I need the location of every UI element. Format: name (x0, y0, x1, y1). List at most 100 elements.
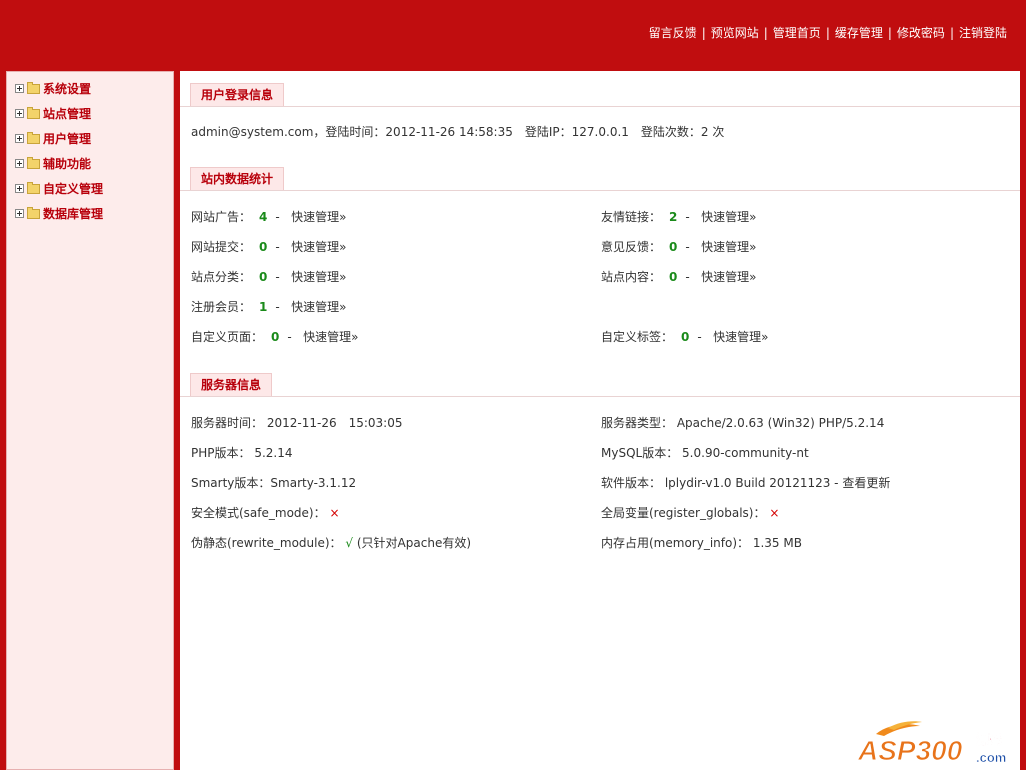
quick-manage-link[interactable]: 快速管理» (291, 270, 346, 284)
stat-label: 网站广告： (191, 210, 252, 224)
nav-separator: | (949, 26, 954, 40)
stat-row-custom-pages: 自定义页面： 0- 快速管理» (191, 330, 359, 344)
expand-icon[interactable] (15, 84, 24, 93)
stat-value: 2 (669, 210, 678, 224)
sidebar-item-custom-manage[interactable]: 自定义管理 (7, 176, 173, 201)
quick-manage-link[interactable]: 快速管理» (701, 210, 756, 224)
tab-server-info: 服务器信息 (190, 373, 273, 396)
stat-row-ads: 网站广告： 4- 快速管理» (191, 210, 347, 224)
server-label: 安全模式(safe_mode)： (191, 506, 326, 520)
login-info-text: admin@system.com，登陆时间：2012-11-26 14:58:3… (191, 125, 701, 139)
stat-row-submissions: 网站提交： 0- 快速管理» (191, 240, 347, 254)
expand-icon[interactable] (15, 159, 24, 168)
sidebar-item-label: 辅助功能 (43, 157, 92, 171)
software-version-row: 软件版本： lplydir-v1.0 Build 20121123 - 查看更新 (601, 474, 890, 491)
sidebar-item-database-manage[interactable]: 数据库管理 (7, 201, 173, 226)
smarty-version-row: Smarty版本：Smarty-3.1.12 (191, 474, 356, 491)
sidebar-item-system-settings[interactable]: 系统设置 (7, 76, 173, 101)
expand-icon[interactable] (15, 209, 24, 218)
folder-icon (27, 182, 40, 194)
stat-value: 4 (259, 210, 268, 224)
stat-value: 1 (259, 300, 268, 314)
asp300-logo: ASP300 源码 .com (858, 721, 1007, 766)
expand-icon[interactable] (15, 109, 24, 118)
nav-separator: | (701, 26, 706, 40)
quick-manage-link[interactable]: 快速管理» (291, 240, 346, 254)
stat-row-content: 站点内容： 0- 快速管理» (601, 270, 757, 284)
login-count: 2 (700, 125, 709, 139)
nav-separator: | (763, 26, 768, 40)
sidebar-item-label: 自定义管理 (43, 182, 104, 196)
sidebar-item-site-manage[interactable]: 站点管理 (7, 101, 173, 126)
rewrite-module-row: 伪静态(rewrite_module)： √ (只针对Apache有效) (191, 534, 471, 551)
server-value: Apache/2.0.63 (Win32) PHP/5.2.14 (676, 416, 885, 430)
sidebar-item-label: 用户管理 (43, 132, 92, 146)
server-info-header: 服务器信息 (180, 367, 1020, 397)
check-icon: √ (345, 536, 354, 550)
stat-value: 0 (259, 240, 268, 254)
server-label: 服务器类型： (601, 416, 674, 430)
safe-mode-row: 安全模式(safe_mode)： × (191, 504, 340, 521)
stat-label: 自定义标签： (601, 330, 674, 344)
check-update-link[interactable]: 查看更新 (842, 476, 890, 490)
nav-cache-manage[interactable]: 缓存管理 (835, 26, 883, 40)
mysql-version-row: MySQL版本： 5.0.90-community-nt (601, 444, 809, 461)
stat-value: 0 (681, 330, 690, 344)
sidebar-item-label: 数据库管理 (43, 207, 104, 221)
php-version-row: PHP版本： 5.2.14 (191, 444, 293, 461)
stat-label: 自定义页面： (191, 330, 264, 344)
register-globals-row: 全局变量(register_globals)： × (601, 504, 779, 521)
quick-manage-link[interactable]: 快速管理» (713, 330, 768, 344)
quick-manage-link[interactable]: 快速管理» (303, 330, 358, 344)
server-type-row: 服务器类型： Apache/2.0.63 (Win32) PHP/5.2.14 (601, 414, 884, 431)
server-label: Smarty版本： (191, 476, 271, 490)
folder-icon (27, 107, 40, 119)
stat-label: 网站提交： (191, 240, 252, 254)
quick-manage-link[interactable]: 快速管理» (291, 210, 346, 224)
cross-icon: × (329, 506, 340, 520)
stat-label: 友情链接： (601, 210, 662, 224)
stat-row-feedback: 意见反馈： 0- 快速管理» (601, 240, 757, 254)
server-label: MySQL版本： (601, 446, 679, 460)
stat-label: 站点分类： (191, 270, 252, 284)
server-label: PHP版本： (191, 446, 251, 460)
server-value: lplydir-v1.0 Build 20121123 - (664, 476, 843, 490)
nav-separator: | (887, 26, 892, 40)
sidebar-item-user-manage[interactable]: 用户管理 (7, 126, 173, 151)
server-note: (只针对Apache有效) (356, 536, 472, 550)
login-info-line: admin@system.com，登陆时间：2012-11-26 14:58:3… (191, 123, 724, 140)
stat-label: 站点内容： (601, 270, 662, 284)
folder-icon (27, 157, 40, 169)
nav-preview-site[interactable]: 预览网站 (711, 26, 759, 40)
server-value: Smarty-3.1.12 (270, 476, 357, 490)
expand-icon[interactable] (15, 134, 24, 143)
stats-header: 站内数据统计 (180, 161, 1020, 191)
sidebar-item-label: 系统设置 (43, 82, 92, 96)
stat-row-links: 友情链接： 2- 快速管理» (601, 210, 757, 224)
cross-icon: × (769, 506, 780, 520)
svg-text:.com: .com (976, 750, 1006, 765)
memory-info-row: 内存占用(memory_info)： 1.35 MB (601, 534, 802, 551)
folder-icon (27, 132, 40, 144)
quick-manage-link[interactable]: 快速管理» (291, 300, 346, 314)
folder-icon (27, 207, 40, 219)
server-label: 全局变量(register_globals)： (601, 506, 766, 520)
folder-icon (27, 82, 40, 94)
main-panel: 用户登录信息 admin@system.com，登陆时间：2012-11-26 … (180, 71, 1020, 770)
nav-change-password[interactable]: 修改密码 (897, 26, 945, 40)
server-label: 软件版本： (601, 476, 662, 490)
nav-logout[interactable]: 注销登陆 (959, 26, 1007, 40)
nav-admin-home[interactable]: 管理首页 (773, 26, 821, 40)
expand-icon[interactable] (15, 184, 24, 193)
nav-feedback[interactable]: 留言反馈 (649, 26, 697, 40)
nav-separator: | (825, 26, 830, 40)
quick-manage-link[interactable]: 快速管理» (701, 270, 756, 284)
login-info-header: 用户登录信息 (180, 77, 1020, 107)
sidebar-item-label: 站点管理 (43, 107, 92, 121)
server-value: 2012-11-26 15:03:05 (266, 416, 403, 430)
login-count-unit: 次 (712, 125, 725, 139)
sidebar-item-aux-functions[interactable]: 辅助功能 (7, 151, 173, 176)
server-label: 伪静态(rewrite_module)： (191, 536, 342, 550)
stat-label: 注册会员： (191, 300, 252, 314)
quick-manage-link[interactable]: 快速管理» (701, 240, 756, 254)
